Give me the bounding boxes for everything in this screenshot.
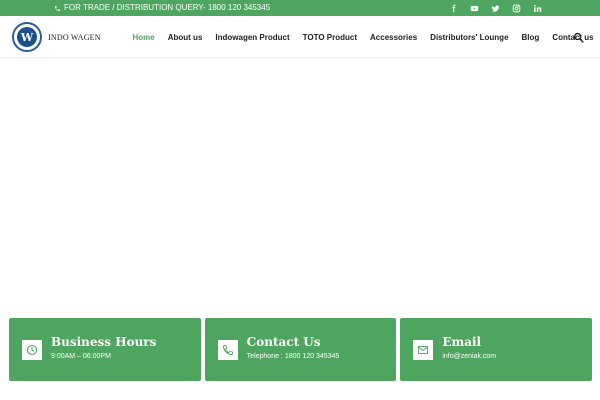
clock-icon-box <box>22 340 42 360</box>
logo-text: INDO WAGEN <box>48 32 101 42</box>
card-title: Business Hours <box>51 335 157 349</box>
trade-query: FOR TRADE / DISTRIBUTION QUERY- 1800 120… <box>54 0 270 16</box>
card-title: Email <box>442 335 482 349</box>
card-title: Contact Us <box>246 335 321 349</box>
site-logo[interactable]: W INDO WAGEN <box>12 22 101 52</box>
main-nav: Home About us Indowagen Product TOTO Pro… <box>126 16 600 58</box>
info-cards: Business Hours 9:00AM – 06:00PM Contact … <box>9 318 593 381</box>
envelope-icon <box>418 346 429 354</box>
business-hours-card: Business Hours 9:00AM – 06:00PM <box>9 318 201 381</box>
phone-icon <box>54 5 61 11</box>
logo-emblem: W <box>12 22 42 52</box>
facebook-icon[interactable] <box>448 3 458 13</box>
linkedin-icon[interactable] <box>532 3 542 13</box>
nav-item-toto-product[interactable]: TOTO Product <box>296 33 363 42</box>
nav-item-home[interactable]: Home <box>126 33 161 42</box>
top-bar: FOR TRADE / DISTRIBUTION QUERY- 1800 120… <box>0 0 600 16</box>
search-icon[interactable] <box>573 32 584 43</box>
instagram-icon[interactable] <box>511 3 521 13</box>
contact-us-card: Contact Us Telephone : 1800 120 345345 <box>204 318 397 381</box>
trade-query-text: FOR TRADE / DISTRIBUTION QUERY- 1800 120… <box>64 3 271 12</box>
nav-item-blog[interactable]: Blog <box>515 33 546 42</box>
social-links <box>448 0 542 16</box>
nav-item-about-us[interactable]: About us <box>161 33 209 42</box>
twitter-icon[interactable] <box>490 3 500 13</box>
phone-icon <box>222 345 233 355</box>
nav-item-distributors-lounge[interactable]: Distributors' Lounge <box>424 33 515 42</box>
youtube-icon[interactable] <box>469 3 479 13</box>
hero-banner-area <box>0 59 600 312</box>
clock-icon <box>26 344 38 356</box>
envelope-icon-box <box>413 340 434 360</box>
card-subtitle: 9:00AM – 06:00PM <box>51 353 111 360</box>
email-card: Email info@zeniak.com <box>400 318 593 381</box>
nav-item-accessories[interactable]: Accessories <box>364 33 424 42</box>
nav-item-indowagen-product[interactable]: Indowagen Product <box>209 33 296 42</box>
card-subtitle[interactable]: Telephone : 1800 120 345345 <box>247 353 340 360</box>
logo-letter: W <box>17 27 37 47</box>
site-header: W INDO WAGEN Home About us Indowagen Pro… <box>0 16 600 58</box>
phone-icon-box <box>217 340 238 360</box>
card-subtitle[interactable]: info@zeniak.com <box>442 353 496 360</box>
